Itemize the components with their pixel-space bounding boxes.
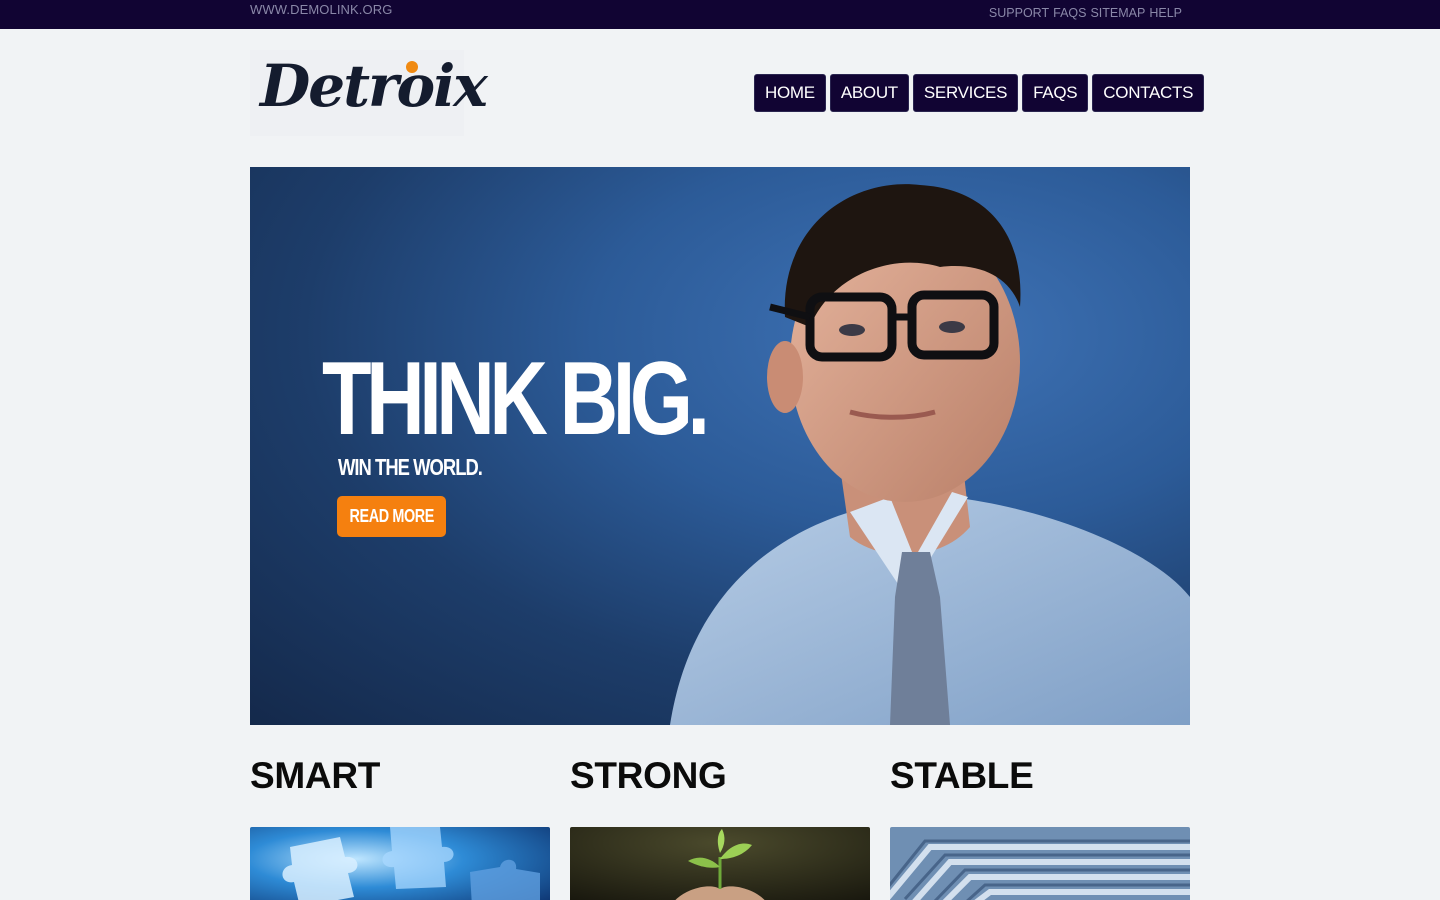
feature-stable: STABLE xyxy=(890,755,1190,900)
feature-title: STABLE xyxy=(890,755,1034,796)
help-link[interactable]: HELP xyxy=(1149,6,1182,20)
faqs-link[interactable]: FAQS xyxy=(1053,6,1086,20)
utility-links: SUPPORT FAQS SITEMAP HELP xyxy=(989,6,1182,20)
sitemap-link[interactable]: SITEMAP xyxy=(1090,6,1145,20)
top-bar: WWW.DEMOLINK.ORG SUPPORT FAQS SITEMAP HE… xyxy=(0,0,1440,29)
main-nav: HOME ABOUT SERVICES FAQS CONTACTS xyxy=(754,74,1205,112)
feature-title: STRONG xyxy=(570,755,727,796)
hero-banner: THINK BIG. WIN THE WORLD. READ MORE xyxy=(250,167,1190,725)
nav-contacts-button[interactable]: CONTACTS xyxy=(1092,74,1205,112)
nav-faqs-button[interactable]: FAQS xyxy=(1022,74,1089,112)
logo[interactable]: Detroix xyxy=(250,50,488,136)
feature-strong: STRONG xyxy=(570,755,870,900)
support-link[interactable]: SUPPORT xyxy=(989,6,1049,20)
site-url-link[interactable]: WWW.DEMOLINK.ORG xyxy=(250,2,392,17)
feature-title: SMART xyxy=(250,755,381,796)
puzzle-image[interactable] xyxy=(250,827,550,900)
feature-smart: SMART xyxy=(250,755,550,900)
sprout-image[interactable] xyxy=(570,827,870,900)
logo-dot-icon xyxy=(406,61,418,73)
nav-home-button[interactable]: HOME xyxy=(754,74,826,112)
maze-image[interactable] xyxy=(890,827,1190,900)
read-more-label: READ MORE xyxy=(349,506,434,526)
nav-services-button[interactable]: SERVICES xyxy=(912,74,1019,112)
read-more-button[interactable]: READ MORE xyxy=(337,496,446,537)
hero-tagline: WIN THE WORLD. xyxy=(338,454,483,480)
logo-wordmark: Detroix xyxy=(260,52,488,120)
nav-about-button[interactable]: ABOUT xyxy=(829,74,909,112)
hero-headline: THINK BIG. xyxy=(322,341,710,457)
